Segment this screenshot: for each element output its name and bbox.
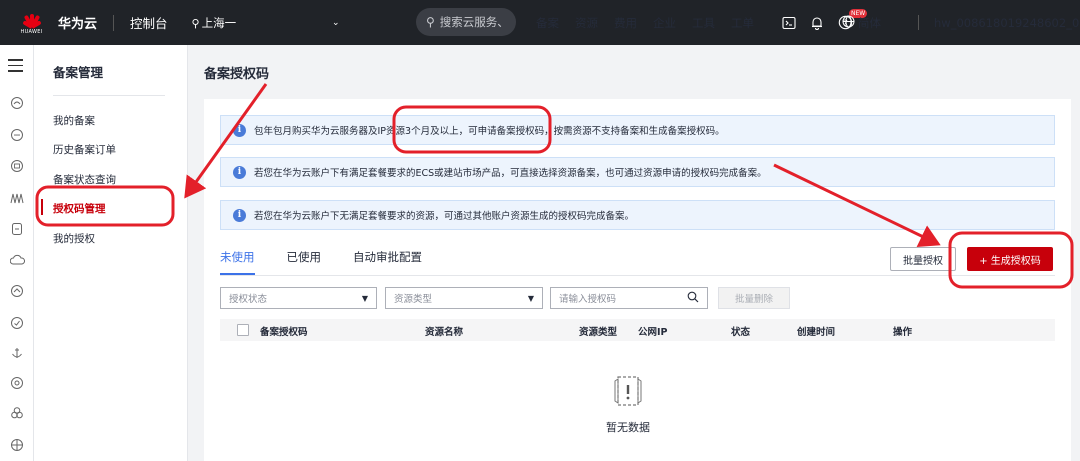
nav-enterprise[interactable]: 企业 xyxy=(653,15,676,31)
active-indicator xyxy=(41,199,43,215)
empty-state-text: 暂无数据 xyxy=(606,421,650,434)
location-pin-icon: ⚲ xyxy=(191,16,200,30)
globe-service-icon[interactable] xyxy=(9,437,25,453)
tab-underline xyxy=(220,275,1055,276)
sidebar-item-my-beian[interactable]: 我的备案 xyxy=(53,113,95,128)
database-icon[interactable] xyxy=(9,158,25,174)
divider xyxy=(113,14,115,31)
iot-icon[interactable] xyxy=(9,375,25,391)
language-label: 简体 xyxy=(858,15,881,30)
language-switch[interactable]: 简体 xyxy=(842,0,881,45)
divider xyxy=(53,95,165,96)
batch-authorize-button[interactable]: 批量授权 xyxy=(890,247,956,271)
service-rail xyxy=(0,45,34,461)
select-placeholder: 资源类型 xyxy=(394,294,433,305)
select-all-checkbox[interactable] xyxy=(237,324,249,336)
search-icon[interactable] xyxy=(687,291,699,306)
select-placeholder: 授权状态 xyxy=(229,294,268,305)
cloud-icon[interactable] xyxy=(9,252,25,268)
page-title: 备案授权码 xyxy=(204,67,270,82)
sidebar-item-history-orders[interactable]: 历史备案订单 xyxy=(53,142,116,157)
user-account[interactable]: hw_008618019248602_01 xyxy=(934,0,1080,45)
compute-icon[interactable] xyxy=(9,127,25,143)
nav-tickets[interactable]: 工单 xyxy=(731,15,754,31)
notice-text: 若您在华为云账户下无满足套餐要求的资源，可通过其他账户资源生成的授权码完成备案。 xyxy=(254,211,635,222)
bell-icon[interactable] xyxy=(810,16,824,30)
input-placeholder: 请输入授权码 xyxy=(559,294,617,305)
cloud-service-icon[interactable] xyxy=(9,95,25,111)
sidebar-item-status-query[interactable]: 备案状态查询 xyxy=(53,172,116,187)
notice-banner: i 包年包月购买华为云服务器及IP资源3个月及以上，可申请备案授权码，按需资源不… xyxy=(220,115,1055,145)
notice-banner: i 若您在华为云账户下无满足套餐要求的资源，可通过其他账户资源生成的授权码完成备… xyxy=(220,200,1055,230)
menu-icon[interactable] xyxy=(8,59,23,76)
integration-icon[interactable] xyxy=(9,405,25,421)
resource-type-select[interactable]: 资源类型 ▼ xyxy=(385,287,543,309)
empty-data-icon xyxy=(612,371,644,411)
column-header: 操作 xyxy=(893,327,913,338)
globe-icon xyxy=(842,15,855,31)
tab-auto-approval[interactable]: 自动审批配置 xyxy=(353,249,422,275)
column-header: 资源类型 xyxy=(579,327,618,338)
sidebar-item-auth-code-mgmt[interactable]: 授权码管理 xyxy=(53,201,106,216)
storage-icon[interactable] xyxy=(9,221,25,237)
column-header: 状态 xyxy=(731,327,751,338)
network-icon[interactable] xyxy=(9,283,25,299)
caret-down-icon: ▼ xyxy=(361,293,368,303)
nav-billing[interactable]: 费用 xyxy=(614,15,637,31)
chevron-down-icon: ⌄ xyxy=(331,17,340,28)
column-header: 公网IP xyxy=(638,327,668,338)
security-icon[interactable] xyxy=(9,315,25,331)
info-icon: i xyxy=(233,165,246,179)
table-header: 备案授权码 资源名称 资源类型 公网IP 状态 创建时间 操作 xyxy=(220,319,1055,341)
top-nav: 备案 资源 费用 企业 工具 工单 xyxy=(536,0,770,45)
caret-down-icon: ▼ xyxy=(527,293,534,303)
tab-unused[interactable]: 未使用 xyxy=(220,249,255,275)
terminal-icon[interactable] xyxy=(782,16,796,30)
nav-resources[interactable]: 资源 xyxy=(575,15,598,31)
huawei-petal-icon xyxy=(21,11,43,29)
generate-auth-code-button[interactable]: + 生成授权码 xyxy=(967,247,1053,271)
divider xyxy=(918,15,919,30)
column-header: 备案授权码 xyxy=(260,327,308,338)
region-selector[interactable]: ⚲ 上海一 ⌄ xyxy=(192,9,346,37)
search-placeholder: 搜索云服务、 xyxy=(439,15,509,29)
nav-beian[interactable]: 备案 xyxy=(536,15,559,31)
side-menu-title: 备案管理 xyxy=(53,65,104,80)
tab-bar: 未使用 已使用 自动审批配置 xyxy=(220,249,454,275)
nav-tools[interactable]: 工具 xyxy=(692,15,715,31)
content-card: i 包年包月购买华为云服务器及IP资源3个月及以上，可申请备案授权码，按需资源不… xyxy=(204,99,1071,461)
notice-text: 包年包月购买华为云服务器及IP资源3个月及以上，可申请备案授权码，按需资源不支持… xyxy=(254,126,725,137)
side-menu: 备案管理 我的备案 历史备案订单 备案状态查询 授权码管理 我的授权 xyxy=(34,45,188,461)
console-link[interactable]: 控制台 xyxy=(130,13,168,32)
brand-name[interactable]: 华为云 xyxy=(58,13,97,32)
batch-delete-button[interactable]: 批量删除 xyxy=(718,287,790,309)
column-header: 资源名称 xyxy=(425,327,464,338)
search-icon: ⚲ xyxy=(426,15,435,29)
tab-used[interactable]: 已使用 xyxy=(287,249,322,275)
column-header: 创建时间 xyxy=(797,327,836,338)
info-icon: i xyxy=(233,208,246,222)
anchor-icon[interactable] xyxy=(9,345,25,361)
info-icon: i xyxy=(233,123,246,137)
sidebar-item-my-auth[interactable]: 我的授权 xyxy=(53,231,95,246)
region-label: 上海一 xyxy=(201,15,237,30)
auth-code-search-input[interactable]: 请输入授权码 xyxy=(550,287,708,309)
mm-icon[interactable] xyxy=(9,190,25,206)
logo-text: HUAWEI xyxy=(20,28,43,35)
auth-status-select[interactable]: 授权状态 ▼ xyxy=(220,287,377,309)
global-search[interactable]: ⚲ 搜索云服务、 xyxy=(416,8,516,36)
notice-banner: i 若您在华为云账户下有满足套餐要求的ECS或建站市场产品，可直接选择资源备案，… xyxy=(220,157,1055,187)
huawei-logo[interactable]: HUAWEI xyxy=(9,0,54,45)
notice-text: 若您在华为云账户下有满足套餐要求的ECS或建站市场产品，可直接选择资源备案，也可… xyxy=(254,168,767,179)
